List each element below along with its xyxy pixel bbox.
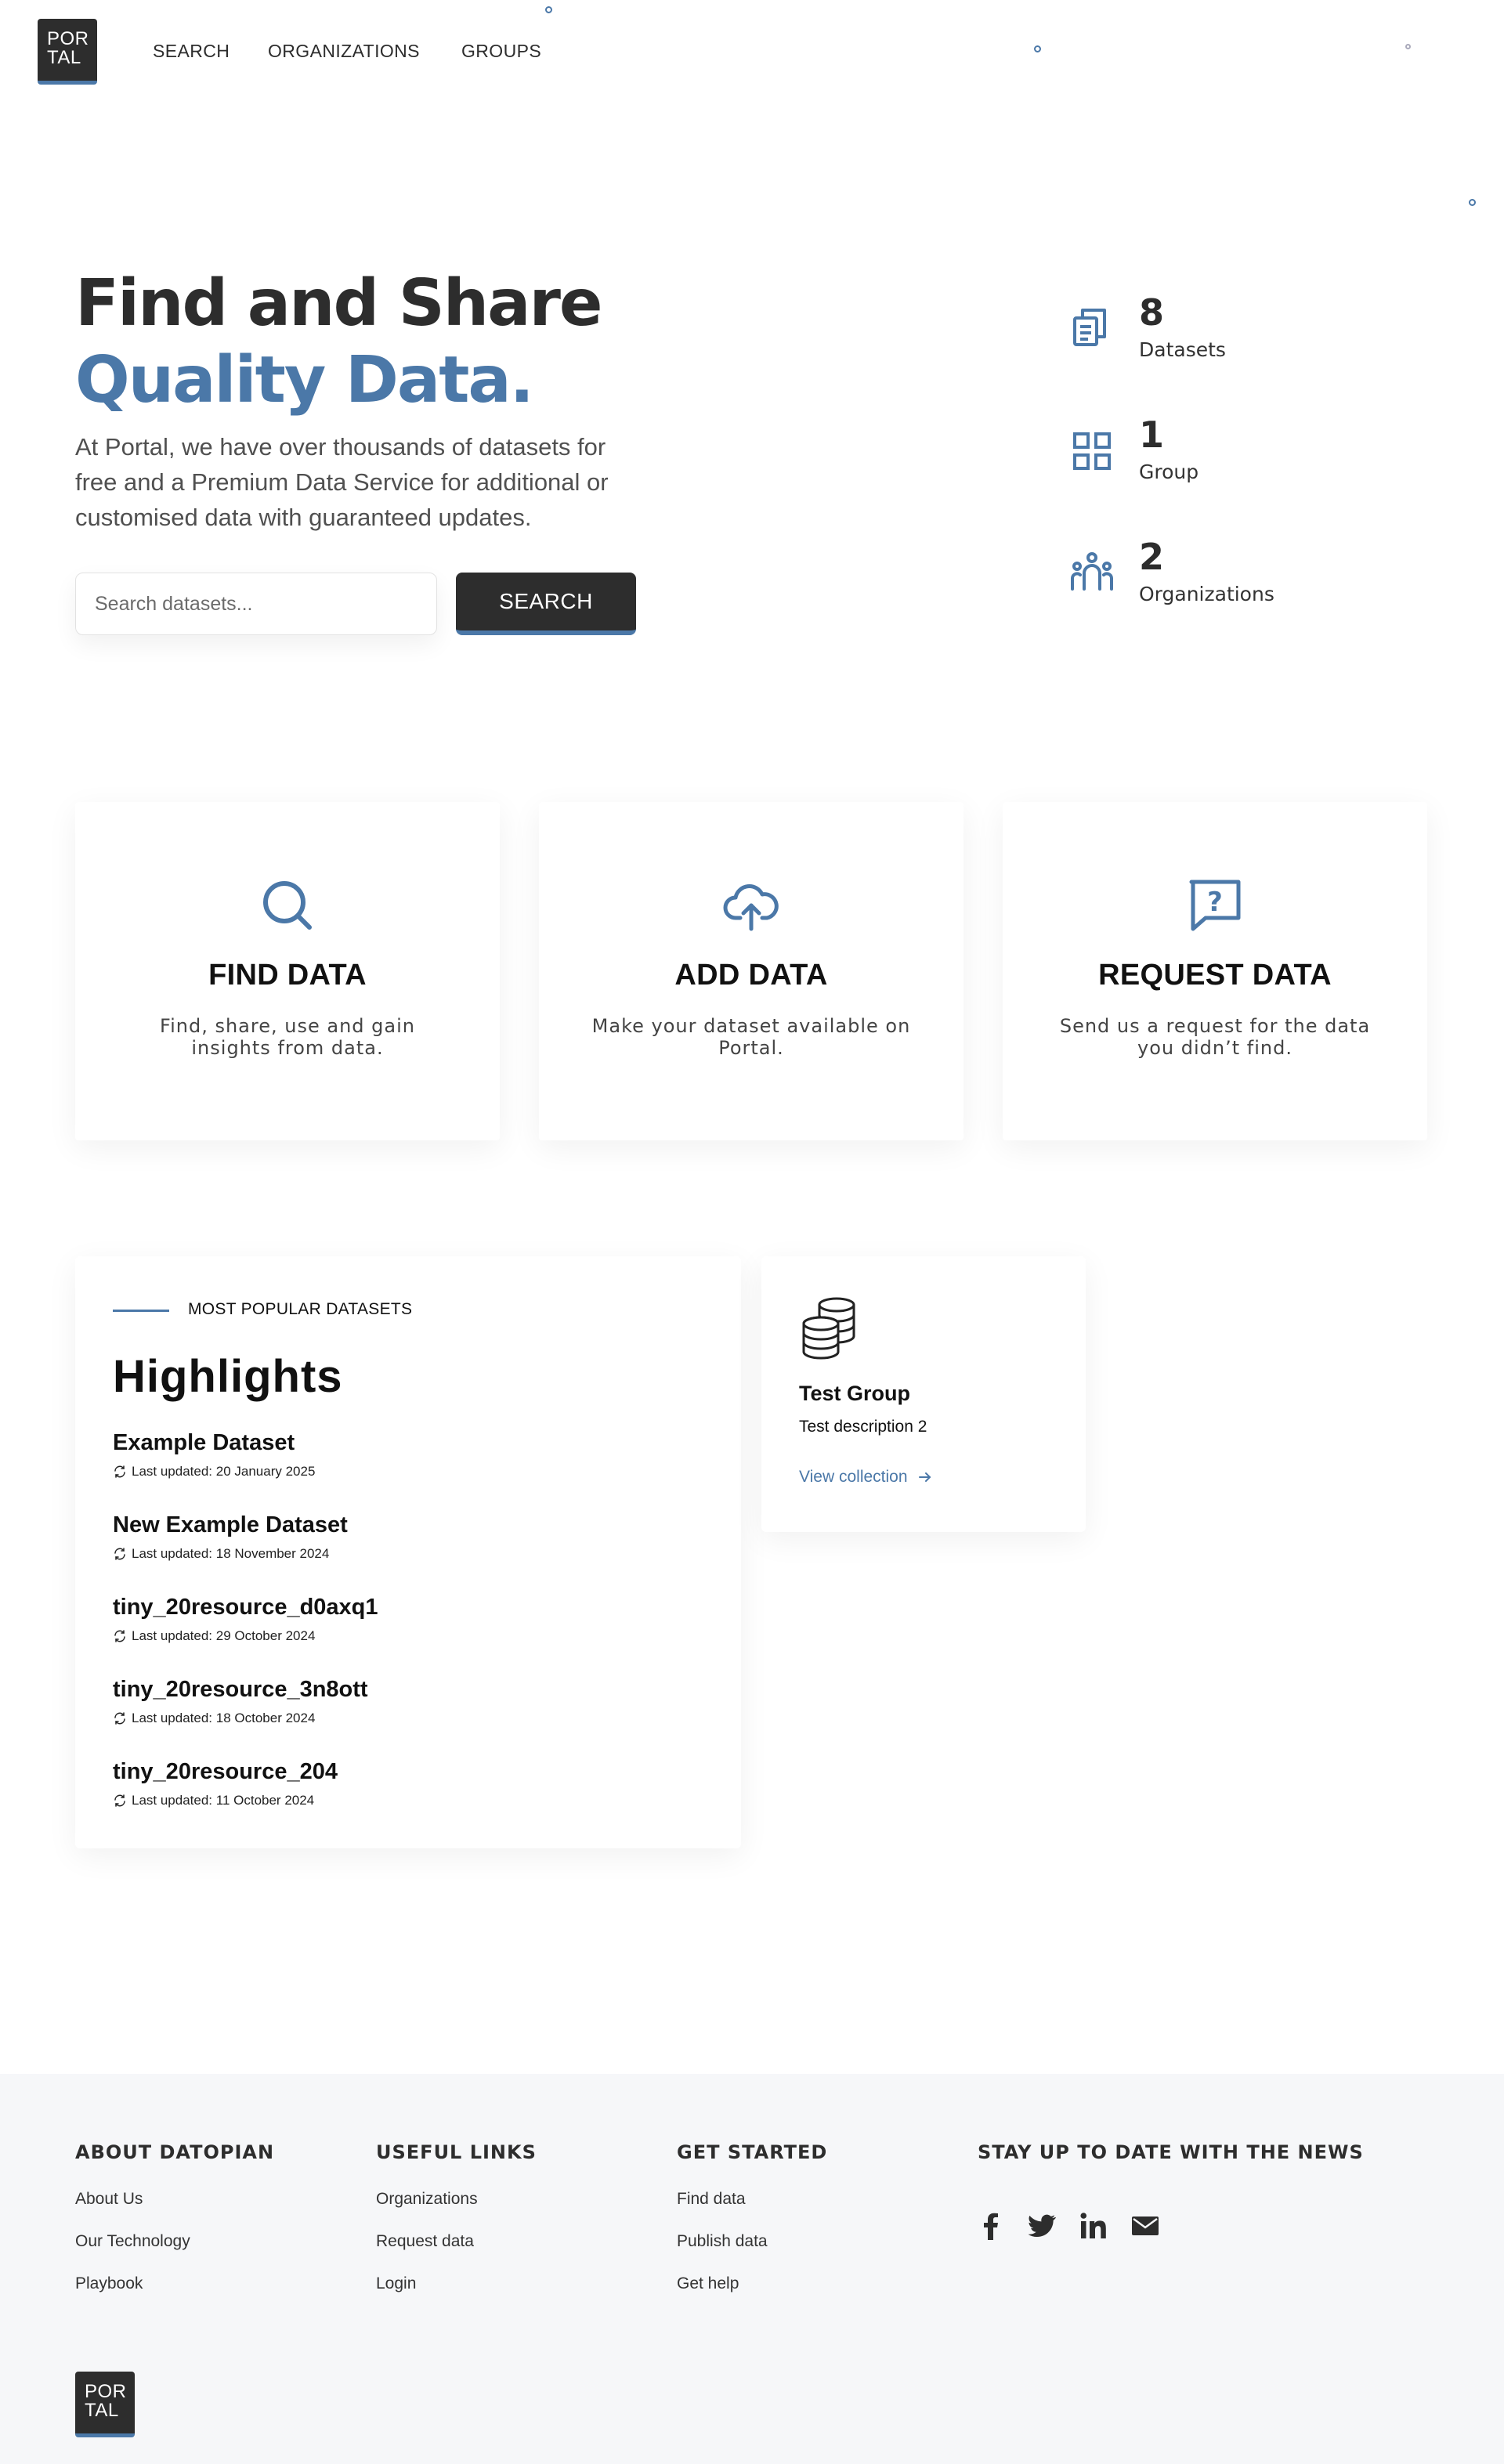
footer-heading-news: STAY UP TO DATE WITH THE NEWS [978,2141,1364,2163]
dataset-name[interactable]: tiny_20resource_204 [113,1759,338,1785]
kicker-line [113,1310,169,1312]
nav-organizations[interactable]: ORGANIZATIONS [268,41,420,62]
search-button[interactable]: SEARCH [456,573,636,635]
decorative-dot [1405,44,1411,49]
dataset-name[interactable]: New Example Dataset [113,1512,348,1538]
footer-link-publish-data[interactable]: Publish data [677,2232,768,2251]
footer-heading-get-started: GET STARTED [677,2141,828,2163]
view-collection-label: View collection [799,1468,908,1486]
dataset-updated: Last updated: 29 October 2024 [132,1628,316,1643]
decorative-dot [1469,199,1476,206]
dataset-updated: Last updated: 18 October 2024 [132,1711,316,1725]
group-card[interactable]: Test Group Test description 2 View colle… [761,1256,1086,1532]
stat-organizations-value: 2 [1139,536,1165,578]
feature-title: FIND DATA [208,959,367,992]
nav-groups[interactable]: GROUPS [461,41,541,62]
question-message-icon: ? [1189,880,1241,931]
refresh-icon [114,1548,125,1560]
logo-line-1: POR [85,2381,127,2402]
highlights-title: Highlights [113,1351,343,1402]
dataset-item[interactable]: Example Dataset Last updated: 20 January… [113,1430,315,1479]
highlights-card: MOST POPULAR DATASETS Highlights Example… [75,1256,741,1848]
documents-icon [1073,309,1106,346]
footer: ABOUT DATOPIAN About Us Our Technology P… [0,2074,1504,2464]
logo[interactable]: POR TAL [38,19,97,85]
logo-line-2: TAL [85,2400,119,2421]
dataset-updated: Last updated: 20 January 2025 [132,1464,316,1479]
svg-text:?: ? [1207,887,1223,918]
twitter-icon[interactable] [1026,2210,1058,2242]
dataset-item[interactable]: tiny_20resource_d0axq1 Last updated: 29 … [113,1595,378,1644]
dataset-name[interactable]: tiny_20resource_3n8ott [113,1677,368,1703]
search-icon [263,881,312,930]
people-icon [1071,552,1113,591]
footer-link-about-us[interactable]: About Us [75,2190,143,2209]
footer-link-request-data[interactable]: Request data [376,2232,474,2251]
dataset-item[interactable]: tiny_20resource_204 Last updated: 11 Oct… [113,1759,338,1808]
stat-datasets-value: 8 [1139,291,1165,334]
linkedin-icon[interactable] [1078,2210,1109,2242]
dataset-item[interactable]: New Example Dataset Last updated: 18 Nov… [113,1512,348,1562]
footer-link-our-technology[interactable]: Our Technology [75,2232,190,2251]
hero-title-line-2: Quality Data. [75,343,534,417]
feature-title: REQUEST DATA [1098,959,1332,992]
stat-organizations-label: Organizations [1139,583,1274,605]
footer-link-login[interactable]: Login [376,2274,416,2293]
footer-heading-about: ABOUT DATOPIAN [75,2141,275,2163]
arrow-right-icon [918,1472,931,1482]
footer-link-playbook[interactable]: Playbook [75,2274,143,2293]
database-icon [802,1297,855,1360]
footer-logo[interactable]: POR TAL [75,2372,135,2437]
search-input[interactable] [75,573,437,635]
hero-title-line-1: Find and Share [75,266,603,341]
stat-datasets-label: Datasets [1139,338,1226,361]
dataset-name[interactable]: Example Dataset [113,1430,315,1456]
dataset-updated: Last updated: 18 November 2024 [132,1546,330,1561]
facebook-icon[interactable] [976,2210,1007,2242]
logo-line-1: POR [47,28,89,49]
view-collection-link[interactable]: View collection [799,1468,933,1487]
decorative-dot [1034,45,1041,52]
dataset-updated: Last updated: 11 October 2024 [132,1793,315,1808]
feature-card-find-data[interactable]: FIND DATA Find, share, use and gain insi… [75,802,500,1140]
footer-heading-useful-links: USEFUL LINKS [376,2141,537,2163]
refresh-icon [114,1794,125,1807]
feature-description: Send us a request for the data you didn’… [1059,1015,1371,1059]
dataset-item[interactable]: tiny_20resource_3n8ott Last updated: 18 … [113,1677,368,1726]
highlights-kicker: MOST POPULAR DATASETS [188,1300,413,1318]
footer-link-organizations[interactable]: Organizations [376,2190,478,2209]
refresh-icon [114,1630,125,1642]
group-description: Test description 2 [799,1418,927,1436]
feature-card-request-data[interactable]: ? REQUEST DATA Send us a request for the… [1003,802,1427,1140]
hero-subtitle: At Portal, we have over thousands of dat… [75,433,609,531]
stat-group-value: 1 [1139,414,1165,456]
nav-search[interactable]: SEARCH [153,41,230,62]
grid-icon [1073,432,1111,470]
feature-title: ADD DATA [674,959,828,992]
group-title: Test Group [799,1382,911,1405]
decorative-dot [545,6,552,13]
refresh-icon [114,1465,125,1478]
dataset-name[interactable]: tiny_20resource_d0axq1 [113,1595,378,1620]
cloud-upload-icon [723,884,779,931]
feature-card-add-data[interactable]: ADD DATA Make your dataset available on … [539,802,964,1140]
feature-description: Make your dataset available on Portal. [591,1015,911,1059]
logo-line-2: TAL [47,47,81,68]
stat-group-label: Group [1139,461,1199,483]
email-icon[interactable] [1130,2210,1161,2242]
refresh-icon [114,1712,125,1725]
footer-link-find-data[interactable]: Find data [677,2190,746,2209]
footer-link-get-help[interactable]: Get help [677,2274,739,2293]
feature-description: Find, share, use and gain insights from … [160,1015,415,1059]
